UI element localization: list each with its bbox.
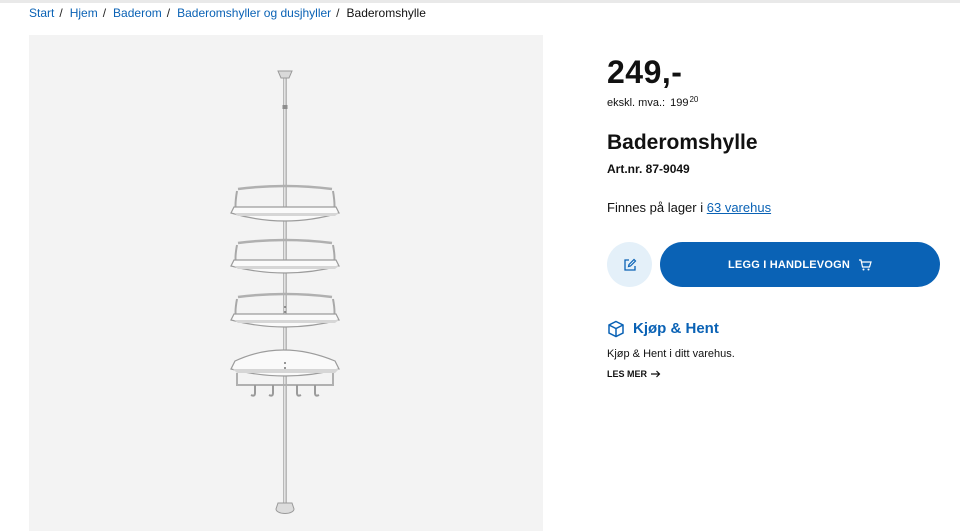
breadcrumb-link-shelves[interactable]: Baderomshyller og dusjhyller bbox=[177, 6, 331, 20]
stock-status: Finnes på lager i 63 varehus bbox=[607, 200, 771, 216]
ex-vat-label: ekskl. mva.: bbox=[607, 97, 666, 109]
read-more-link[interactable]: LES MER bbox=[607, 369, 661, 379]
breadcrumb-separator: / bbox=[102, 6, 107, 20]
breadcrumb-link-home[interactable]: Hjem bbox=[70, 6, 98, 20]
product-title: Baderomshylle bbox=[607, 131, 758, 154]
add-to-cart-label: LEGG I HANDLEVOGN bbox=[728, 258, 850, 271]
price-ex-vat: ekskl. mva.: 19920 bbox=[607, 93, 698, 110]
breadcrumb-separator: / bbox=[336, 6, 340, 20]
stock-prefix: Finnes på lager i bbox=[607, 200, 704, 215]
add-note-button[interactable] bbox=[607, 242, 652, 287]
product-image bbox=[230, 70, 340, 514]
read-more-label: LES MER bbox=[607, 369, 648, 379]
click-collect-text: Kjøp & Hent i ditt varehus. bbox=[607, 348, 735, 360]
breadcrumb-separator: / bbox=[166, 6, 171, 20]
breadcrumb: Start / Hjem / Baderom / Baderomshyller … bbox=[29, 6, 426, 20]
arrow-right-icon bbox=[651, 370, 661, 378]
ex-vat-whole: 199 bbox=[670, 97, 689, 109]
top-divider bbox=[0, 0, 960, 3]
ex-vat-cents: 20 bbox=[689, 95, 699, 104]
cart-icon bbox=[858, 258, 872, 270]
package-icon bbox=[608, 320, 624, 338]
click-collect-heading: Kjøp & Hent bbox=[607, 320, 719, 338]
article-number: Art.nr. 87-9049 bbox=[607, 162, 690, 176]
breadcrumb-current: Baderomshylle bbox=[346, 6, 426, 20]
product-price: 249,- bbox=[607, 54, 683, 90]
product-image-gallery[interactable] bbox=[29, 35, 543, 531]
breadcrumb-link-start[interactable]: Start bbox=[29, 6, 54, 20]
click-collect-title: Kjøp & Hent bbox=[633, 320, 719, 337]
stock-stores-link[interactable]: 63 varehus bbox=[707, 200, 771, 215]
edit-note-icon bbox=[623, 258, 636, 271]
breadcrumb-separator: / bbox=[59, 6, 63, 20]
add-to-cart-button[interactable]: LEGG I HANDLEVOGN bbox=[660, 242, 940, 287]
breadcrumb-link-bathroom[interactable]: Baderom bbox=[113, 6, 162, 20]
